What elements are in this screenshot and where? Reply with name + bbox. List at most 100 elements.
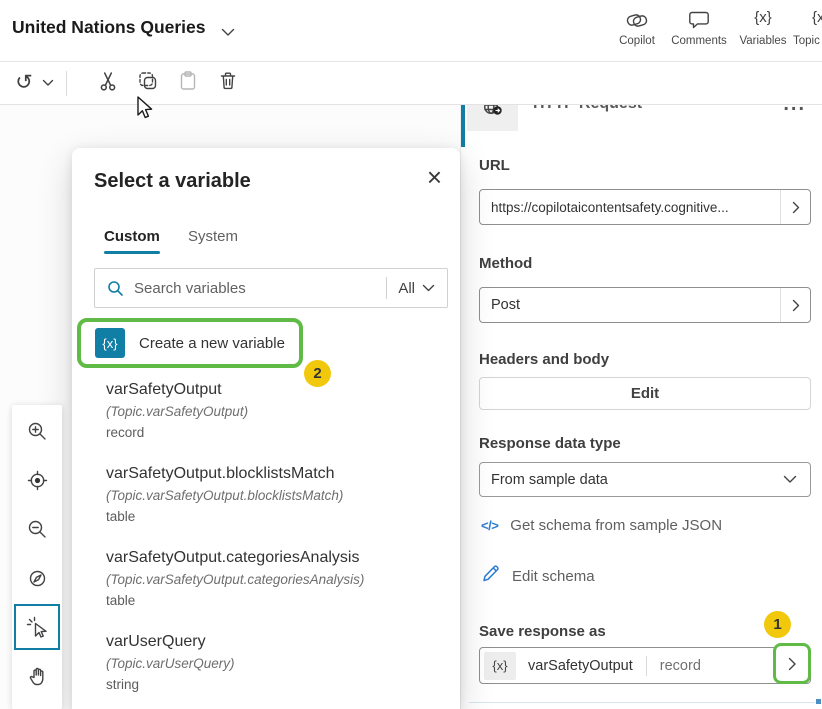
- url-expand-button[interactable]: [780, 190, 810, 224]
- edit-toolbar: ↺: [0, 62, 822, 105]
- paste-icon: [177, 70, 199, 97]
- url-input[interactable]: https://copilotaicontentsafety.cognitive…: [479, 189, 811, 225]
- zoom-in-icon: [26, 420, 49, 443]
- variable-name: varUserQuery: [106, 633, 440, 651]
- trash-icon: [217, 70, 239, 97]
- list-item[interactable]: varUserQuery (Topic.varUserQuery) string: [106, 633, 440, 692]
- canvas-tool-rail: [12, 405, 62, 709]
- hand-icon: [26, 665, 49, 688]
- response-data-type-label: Response data type: [479, 435, 621, 452]
- compass-icon: [26, 567, 49, 590]
- active-tab-underline: [104, 251, 160, 254]
- get-schema-link[interactable]: </> Get schema from sample JSON: [481, 517, 722, 534]
- save-variable-expand-button[interactable]: [773, 643, 811, 684]
- variable-name: varSafetyOutput: [106, 381, 440, 399]
- node-title: HTTP Request: [533, 105, 642, 113]
- response-data-type-select[interactable]: From sample data: [479, 462, 811, 497]
- node-icon-box: [467, 105, 518, 131]
- chevron-down-icon: [422, 284, 435, 293]
- chevron-down-icon: [783, 471, 797, 489]
- copy-icon: [137, 70, 159, 97]
- filter-all-dropdown[interactable]: All: [398, 280, 415, 297]
- pan-tool-button[interactable]: [12, 652, 62, 701]
- reset-view-button[interactable]: [12, 456, 62, 505]
- search-input[interactable]: [134, 280, 386, 297]
- comments-button[interactable]: Comments: [668, 9, 730, 47]
- variable-type: table: [106, 509, 440, 524]
- search-icon: [107, 280, 124, 297]
- variable-name: varSafetyOutput.blocklistsMatch: [106, 465, 440, 483]
- http-request-icon: [482, 105, 504, 123]
- variable-chip-icon: {x}: [484, 652, 516, 680]
- undo-icon: ↺: [15, 73, 33, 93]
- save-response-input[interactable]: {x} varSafetyOutput record: [479, 647, 811, 684]
- variable-type: string: [106, 677, 440, 692]
- variable-name: varSafetyOutput.categoriesAnalysis: [106, 549, 440, 567]
- next-card-edge: [469, 702, 815, 703]
- variable-path: (Topic.varSafetyOutput.categoriesAnalysi…: [106, 572, 440, 587]
- list-item[interactable]: varSafetyOutput (Topic.varSafetyOutput) …: [106, 381, 440, 440]
- save-variable-type: record: [660, 658, 701, 674]
- delete-button[interactable]: [216, 71, 240, 95]
- variable-type: table: [106, 593, 440, 608]
- dialog-title: Select a variable: [94, 170, 251, 193]
- save-variable-name: varSafetyOutput: [528, 658, 633, 674]
- field-divider: [646, 656, 647, 676]
- node-accent-bar: [461, 105, 465, 147]
- tab-system[interactable]: System: [188, 228, 238, 245]
- variable-path: (Topic.varUserQuery): [106, 656, 440, 671]
- undo-button[interactable]: ↺: [12, 71, 36, 95]
- cut-button[interactable]: [96, 71, 120, 95]
- zoom-out-button[interactable]: [12, 505, 62, 554]
- edit-schema-link[interactable]: Edit schema: [481, 564, 595, 588]
- variable-icon: {x}: [95, 328, 125, 358]
- top-bar: United Nations Queries Copilot Comments: [0, 0, 822, 62]
- variable-search-box: All: [94, 268, 448, 308]
- method-input[interactable]: Post: [479, 287, 811, 323]
- variable-path: (Topic.varSafetyOutput): [106, 404, 440, 419]
- title-chevron-down-icon[interactable]: [221, 24, 235, 42]
- mouse-cursor: [136, 96, 155, 127]
- step-2-badge: 2: [304, 360, 331, 387]
- paste-button[interactable]: [176, 71, 200, 95]
- select-tool-button[interactable]: [14, 604, 60, 650]
- variable-list: varSafetyOutput (Topic.varSafetyOutput) …: [106, 381, 440, 709]
- next-card-handle: [816, 699, 821, 704]
- copilot-icon: [606, 9, 668, 33]
- node-more-menu-button[interactable]: ...: [783, 105, 806, 116]
- select-variable-dialog: Select a variable × Custom System All {x…: [72, 148, 460, 709]
- http-request-properties-panel: HTTP Request ... URL https://copilotaico…: [460, 105, 822, 709]
- comments-icon: [668, 9, 730, 33]
- topic-button[interactable]: {x} Topic: [782, 9, 822, 47]
- copilot-button[interactable]: Copilot: [606, 9, 668, 47]
- close-icon[interactable]: ×: [427, 164, 442, 190]
- variable-path: (Topic.varSafetyOutput.blocklistsMatch): [106, 488, 440, 503]
- chevron-down-icon: [42, 74, 54, 92]
- pointer-select-icon: [25, 615, 50, 640]
- zoom-out-icon: [26, 518, 49, 541]
- variable-type: record: [106, 425, 440, 440]
- list-item[interactable]: varSafetyOutput.categoriesAnalysis (Topi…: [106, 549, 440, 608]
- search-divider: [386, 277, 387, 299]
- headers-and-body-label: Headers and body: [479, 351, 609, 368]
- topic-icon: {x}: [782, 9, 822, 33]
- page-title: United Nations Queries: [12, 17, 206, 38]
- edit-headers-body-button[interactable]: Edit: [479, 377, 811, 410]
- app-window: United Nations Queries Copilot Comments: [0, 0, 822, 709]
- url-label: URL: [479, 157, 510, 174]
- target-icon: [26, 469, 49, 492]
- create-new-variable-button[interactable]: {x} Create a new variable: [77, 318, 303, 368]
- tab-custom[interactable]: Custom: [104, 228, 160, 245]
- scissors-icon: [97, 70, 119, 97]
- code-icon: </>: [481, 518, 498, 533]
- step-1-badge: 1: [764, 611, 791, 638]
- list-item[interactable]: varSafetyOutput.blocklistsMatch (Topic.v…: [106, 465, 440, 524]
- copy-button[interactable]: [136, 71, 160, 95]
- undo-menu-button[interactable]: [36, 71, 60, 95]
- pencil-icon: [481, 564, 500, 588]
- compass-button[interactable]: [12, 554, 62, 603]
- node-header: HTTP Request ...: [461, 105, 822, 147]
- method-label: Method: [479, 255, 532, 272]
- method-expand-button[interactable]: [780, 288, 810, 322]
- zoom-in-button[interactable]: [12, 407, 62, 456]
